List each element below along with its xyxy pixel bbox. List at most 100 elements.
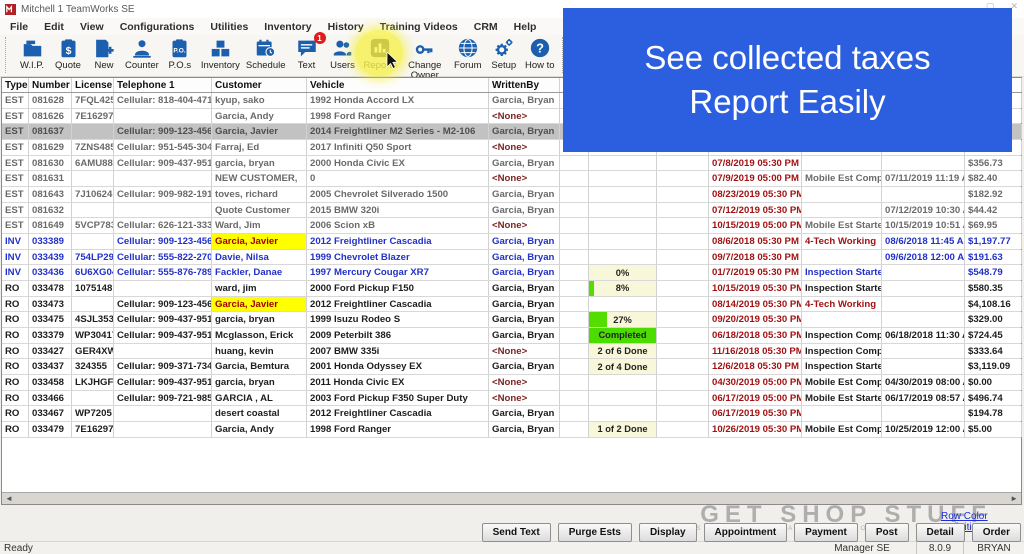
- toolbar-button-quote[interactable]: $Quote: [53, 36, 83, 71]
- table-row[interactable]: EST081632Quote Customer2015 BMW 320iGarc…: [2, 203, 1021, 219]
- toolbar-button-reports[interactable]: Reports: [364, 36, 397, 71]
- cell-blank1: [560, 234, 589, 249]
- menu-inventory[interactable]: Inventory: [256, 21, 319, 33]
- cell-amount: $0.00: [965, 375, 1022, 390]
- cell-appt: [882, 344, 965, 359]
- cell-writtenby: Garcia, Bryan: [489, 234, 560, 249]
- purge-ests-button[interactable]: Purge Ests: [558, 523, 632, 542]
- column-header-writtenby[interactable]: WrittenBy: [489, 78, 560, 92]
- cell-type: INV: [2, 265, 29, 280]
- cell-phone: Cellular: 909-437-9514: [114, 328, 212, 343]
- cell-phone: Cellular: 951-545-3044: [114, 140, 212, 155]
- table-row[interactable]: RO033379WP30417Cellular: 909-437-9514Mcg…: [2, 328, 1021, 344]
- cell-amount: $5.00: [965, 422, 1022, 437]
- table-row[interactable]: INV033439754LP29Cellular: 555-822-2703Da…: [2, 250, 1021, 266]
- table-row[interactable]: RO033466Cellular: 909-721-9858GARCIA , A…: [2, 391, 1021, 407]
- toolbar-button-forum[interactable]: Forum: [453, 36, 483, 71]
- cell-appt: 06/17/2019 08:57 AM ...: [882, 391, 965, 406]
- toolbar-button-setup[interactable]: Setup: [489, 36, 519, 71]
- toolbar-button-new[interactable]: New: [89, 36, 119, 71]
- cell-customer: garcia, bryan: [212, 312, 307, 327]
- toolbar-button-users[interactable]: Users: [328, 36, 358, 71]
- cell-amount: $724.45: [965, 328, 1022, 343]
- table-row[interactable]: INV0334366U6XG04Cellular: 555-876-7892Fa…: [2, 265, 1021, 281]
- menu-edit[interactable]: Edit: [36, 21, 72, 33]
- toolbar-button-counter[interactable]: Counter: [125, 36, 159, 71]
- cell-writtenby: Garcia, Bryan: [489, 265, 560, 280]
- table-row[interactable]: RO033427GER4XWMhuang, kevin2007 BMW 335i…: [2, 344, 1021, 360]
- menu-view[interactable]: View: [72, 21, 112, 33]
- cell-vehicle: 1998 Ford Ranger: [307, 109, 489, 124]
- toolbar-button-schedule[interactable]: Schedule: [246, 36, 286, 71]
- column-header-customer[interactable]: Customer: [212, 78, 307, 92]
- display-button[interactable]: Display: [639, 523, 697, 542]
- table-row[interactable]: RO033458LKJHGFCellular: 909-437-9514garc…: [2, 375, 1021, 391]
- cell-blank2: [657, 391, 709, 406]
- cell-license: WP7205: [72, 406, 114, 421]
- order-button[interactable]: Order: [972, 523, 1021, 542]
- cell-blank2: [657, 203, 709, 218]
- cell-phone: Cellular: 909-721-9858: [114, 391, 212, 406]
- table-row[interactable]: RO0334781075148ward, jim2000 Ford Pickup…: [2, 281, 1021, 297]
- counter-icon: [131, 36, 153, 59]
- svg-text:P.O.: P.O.: [174, 47, 186, 54]
- cell-number: 033389: [29, 234, 72, 249]
- table-row[interactable]: EST0816437J10624Cellular: 909-982-1919to…: [2, 187, 1021, 203]
- cell-number: 033427: [29, 344, 72, 359]
- cell-vehicle: 1999 Isuzu Rodeo S: [307, 312, 489, 327]
- table-row[interactable]: RO033437324355Cellular: 909-371-7340Garc…: [2, 359, 1021, 375]
- menu-history[interactable]: History: [320, 21, 372, 33]
- send-text-button[interactable]: Send Text: [482, 523, 551, 542]
- cell-progress: [589, 391, 657, 406]
- cell-appt: 10/25/2019 12:00 AM ...: [882, 422, 965, 437]
- table-row[interactable]: EST081631NEW CUSTOMER,0<None>07/9/2019 0…: [2, 171, 1021, 187]
- cell-blank2: [657, 344, 709, 359]
- scroll-right-icon[interactable]: ►: [1010, 494, 1018, 503]
- toolbar-button-how-to[interactable]: ?How to: [525, 36, 555, 71]
- payment-button[interactable]: Payment: [794, 523, 858, 542]
- scroll-left-icon[interactable]: ◄: [5, 494, 13, 503]
- cell-phone: Cellular: 909-123-4567: [114, 297, 212, 312]
- cell-progress: [589, 171, 657, 186]
- column-header-type[interactable]: Type: [2, 78, 29, 92]
- banner-line1: See collected taxes: [644, 36, 930, 80]
- detail-button[interactable]: Detail: [916, 523, 965, 542]
- toolbar-button-label: Forum: [454, 61, 481, 71]
- menu-utilities[interactable]: Utilities: [202, 21, 256, 33]
- horizontal-scrollbar[interactable]: ◄ ►: [2, 492, 1021, 504]
- cell-license: [72, 391, 114, 406]
- table-row[interactable]: RO0334797E16297Garcia, Andy1998 Ford Ran…: [2, 422, 1021, 438]
- table-row[interactable]: INV033389Cellular: 909-123-4567Garcia, J…: [2, 234, 1021, 250]
- column-header-number[interactable]: Number: [29, 78, 72, 92]
- cell-phone: Cellular: 909-437-9514: [114, 375, 212, 390]
- cell-blank1: [560, 328, 589, 343]
- table-row[interactable]: RO033467WP7205desert coastal2012 Freight…: [2, 406, 1021, 422]
- menu-help[interactable]: Help: [506, 21, 545, 33]
- toolbar-button-change-owner[interactable]: Change Owner: [403, 36, 447, 80]
- post-button[interactable]: Post: [865, 523, 909, 542]
- toolbar-button-label: New: [94, 61, 113, 71]
- column-header-vehicle[interactable]: Vehicle: [307, 78, 489, 92]
- table-row[interactable]: EST0816306AMU886Cellular: 909-437-9514ga…: [2, 156, 1021, 172]
- column-header-license[interactable]: License: [72, 78, 114, 92]
- column-header-telephone-1[interactable]: Telephone 1: [114, 78, 212, 92]
- table-row[interactable]: RO033473Cellular: 909-123-4567Garcia, Ja…: [2, 297, 1021, 313]
- table-row[interactable]: EST0816495VCP783Cellular: 626-121-3333Wa…: [2, 218, 1021, 234]
- cell-blank1: [560, 375, 589, 390]
- table-row[interactable]: RO0334754SJL353Cellular: 909-437-9514gar…: [2, 312, 1021, 328]
- toolbar-button-w-i-p[interactable]: W.I.P.: [17, 36, 47, 71]
- toolbar-button-inventory[interactable]: Inventory: [201, 36, 240, 71]
- appointment-button[interactable]: Appointment: [704, 523, 788, 542]
- cell-blank1: [560, 171, 589, 186]
- cell-vehicle: 2011 Honda Civic EX: [307, 375, 489, 390]
- progress-label: 27%: [589, 315, 656, 325]
- toolbar-button-text[interactable]: 1Text: [292, 36, 322, 71]
- cell-customer: ward, jim: [212, 281, 307, 296]
- toolbar-button-p-o-s[interactable]: P.O.P.O.s: [165, 36, 195, 71]
- cell-writtenby: Garcia, Bryan: [489, 93, 560, 108]
- menu-file[interactable]: File: [2, 21, 36, 33]
- menu-crm[interactable]: CRM: [466, 21, 506, 33]
- cell-writtenby: Garcia, Bryan: [489, 359, 560, 374]
- menu-configurations[interactable]: Configurations: [112, 21, 203, 33]
- cell-customer: Garcia, Andy: [212, 422, 307, 437]
